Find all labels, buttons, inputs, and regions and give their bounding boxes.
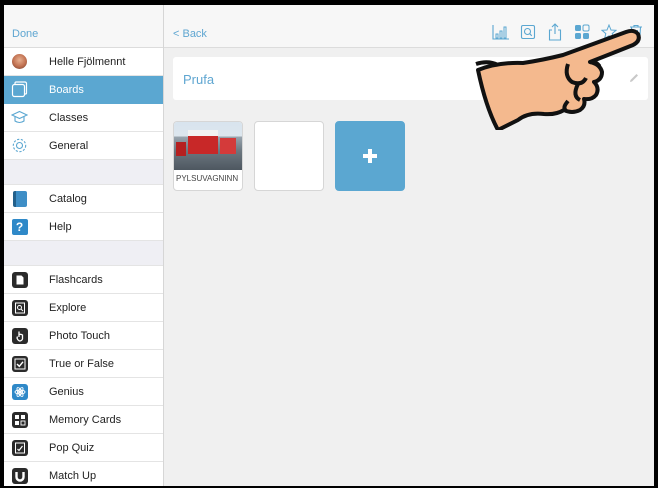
- sidebar-item-label: Pop Quiz: [49, 442, 95, 454]
- sidebar-item-label: Boards: [49, 84, 84, 96]
- sidebar-item-pop-quiz[interactable]: Pop Quiz: [4, 434, 163, 462]
- sidebar-item-catalog[interactable]: Catalog: [4, 185, 163, 213]
- sidebar-item-label: Flashcards: [49, 274, 103, 286]
- sidebar-header: Done: [4, 5, 163, 48]
- sidebar-item-photo-touch[interactable]: Photo Touch: [4, 322, 163, 350]
- sidebar-item-label: Help: [49, 221, 72, 233]
- sidebar-item-general[interactable]: General: [4, 132, 163, 160]
- main-area: < Back Prufa PYLSUVAGNINN: [164, 5, 654, 486]
- star-icon[interactable]: [599, 23, 619, 41]
- back-button[interactable]: < Back: [173, 28, 207, 40]
- pop-quiz-icon: [11, 439, 28, 456]
- board-title-card[interactable]: Prufa: [173, 57, 648, 100]
- flashcards-icon: [11, 271, 28, 288]
- chart-icon[interactable]: [491, 23, 511, 41]
- plus-icon: [336, 122, 404, 190]
- sidebar-item-true-false[interactable]: True or False: [4, 350, 163, 378]
- pencil-icon[interactable]: [628, 72, 640, 84]
- sidebar-item-label: Classes: [49, 112, 89, 124]
- share-icon[interactable]: [545, 23, 565, 41]
- memory-cards-icon: [11, 411, 28, 428]
- sidebar-item-label: Photo Touch: [49, 330, 110, 342]
- sidebar-item-label: True or False: [49, 358, 115, 370]
- book-icon: [11, 190, 28, 207]
- sidebar-item-label: Catalog: [49, 193, 87, 205]
- profile-name: Helle Fjölmennt: [49, 56, 126, 68]
- tile-photo: [174, 122, 242, 170]
- sidebar-item-label: Genius: [49, 386, 84, 398]
- section-divider: [4, 160, 163, 185]
- app-window: Done Helle Fjölmennt Boards Classes Gene…: [4, 5, 654, 486]
- sidebar: Done Helle Fjölmennt Boards Classes Gene…: [4, 5, 164, 486]
- avatar: [11, 53, 28, 70]
- board-tile[interactable]: PYLSUVAGNINN: [173, 121, 243, 191]
- trash-icon[interactable]: [626, 23, 646, 41]
- empty-tile[interactable]: [254, 121, 324, 191]
- graduation-cap-icon: [11, 109, 28, 126]
- sidebar-item-boards[interactable]: Boards: [4, 76, 163, 104]
- sidebar-item-help[interactable]: ? Help: [4, 213, 163, 241]
- sidebar-item-memory-cards[interactable]: Memory Cards: [4, 406, 163, 434]
- board-title: Prufa: [183, 72, 215, 87]
- explore-icon: [11, 299, 28, 316]
- tile-caption: PYLSUVAGNINN: [176, 174, 239, 183]
- toolbar-icons: [484, 23, 646, 41]
- top-toolbar: < Back: [164, 5, 654, 48]
- sidebar-item-label: Match Up: [49, 470, 97, 482]
- sidebar-item-explore[interactable]: Explore: [4, 294, 163, 322]
- sidebar-item-label: Memory Cards: [49, 414, 122, 426]
- sidebar-item-flashcards[interactable]: Flashcards: [4, 266, 163, 294]
- profile-item[interactable]: Helle Fjölmennt: [4, 48, 163, 76]
- sidebar-item-classes[interactable]: Classes: [4, 104, 163, 132]
- section-divider: [4, 241, 163, 266]
- true-false-icon: [11, 355, 28, 372]
- apps-icon[interactable]: [572, 23, 592, 41]
- sidebar-item-genius[interactable]: Genius: [4, 378, 163, 406]
- match-up-icon: [11, 467, 28, 484]
- sidebar-item-label: General: [49, 140, 89, 152]
- search-icon[interactable]: [518, 23, 538, 41]
- help-icon: ?: [11, 218, 28, 235]
- add-tile-button[interactable]: [335, 121, 405, 191]
- gear-icon: [11, 137, 28, 154]
- photo-touch-icon: [11, 327, 28, 344]
- genius-icon: [11, 383, 28, 400]
- boards-icon: [11, 81, 28, 98]
- done-button[interactable]: Done: [12, 28, 38, 40]
- sidebar-item-label: Explore: [49, 302, 87, 314]
- sidebar-item-match-up[interactable]: Match Up: [4, 462, 163, 486]
